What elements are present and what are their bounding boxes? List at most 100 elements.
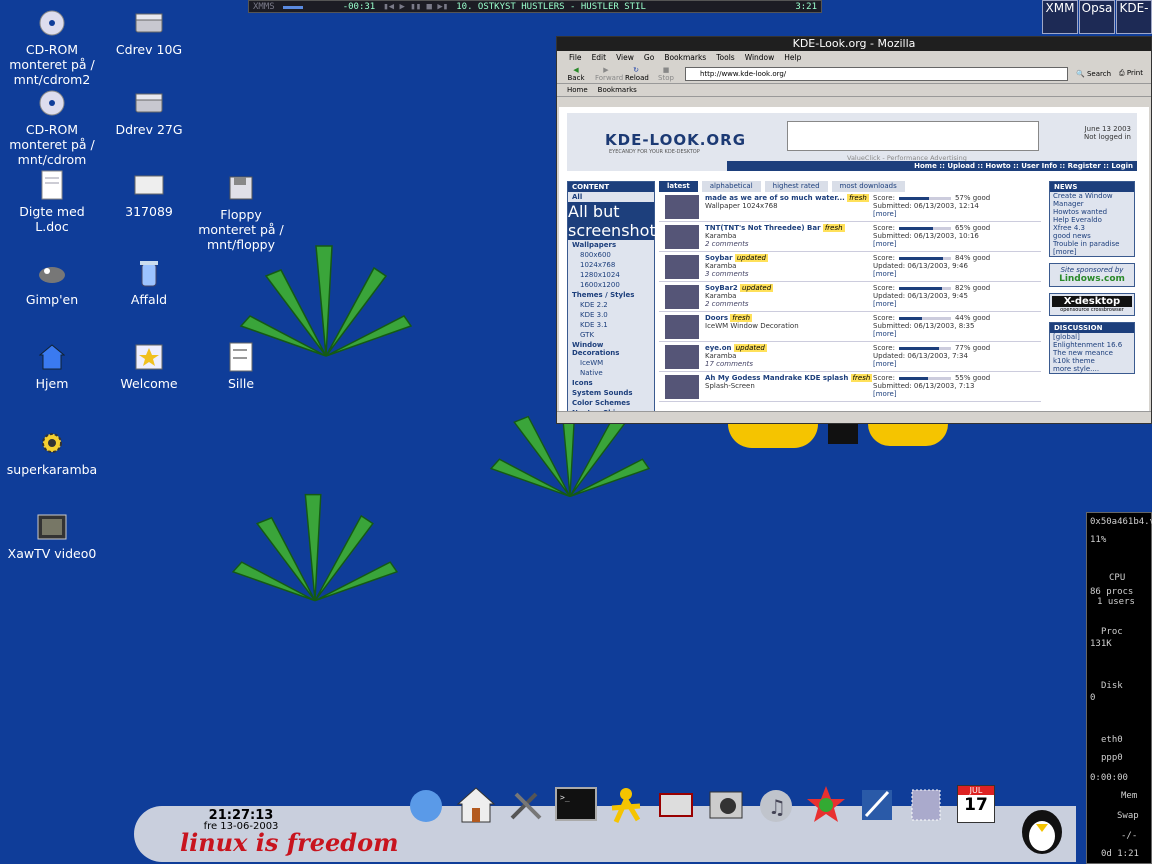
sidebar-item[interactable]: Wallpapers [568, 240, 654, 250]
desktop-icon-document[interactable]: Digte med L.doc [4, 170, 100, 234]
entry-comments[interactable]: 17 comments [705, 360, 753, 368]
desktop-icon-cdrev[interactable]: Cdrev 10G [101, 8, 197, 57]
news-item[interactable]: Help Everaldo [1050, 216, 1134, 224]
sidebar-item[interactable]: Themes / Styles [568, 290, 654, 300]
entry-title[interactable]: eye.on [705, 344, 732, 352]
more-link[interactable]: [more] [873, 360, 897, 368]
mail-compose-icon[interactable] [654, 780, 698, 828]
tab-alphabetical[interactable]: alphabetical [701, 181, 761, 192]
sponsor-name[interactable]: Lindows.com [1052, 274, 1132, 284]
sidebar-item[interactable]: 1280x1024 [568, 270, 654, 280]
entry-thumbnail[interactable] [665, 195, 699, 219]
window-title[interactable]: KDE-Look.org - Mozilla [557, 37, 1151, 51]
desktop-icon-cdrom2[interactable]: CD-ROM monteret på / mnt/cdrom2 [4, 8, 100, 87]
discussion-item[interactable]: k10k theme [1050, 357, 1134, 365]
sidebar-item[interactable]: 1024x768 [568, 260, 654, 270]
ad-banner[interactable] [787, 121, 1039, 151]
desktop-icon-317089[interactable]: 317089 [101, 170, 197, 219]
entry-comments[interactable]: 3 comments [705, 270, 749, 278]
sidebar-item[interactable]: All [568, 192, 654, 202]
sidebar-item[interactable]: 1600x1200 [568, 280, 654, 290]
menu-file[interactable]: File [569, 53, 582, 62]
tray-xmms[interactable]: XMM [1042, 0, 1078, 34]
desktop-icon-sille[interactable]: Sille [193, 342, 289, 391]
tab-latest[interactable]: latest [659, 181, 698, 192]
desktop-icon-home[interactable]: Hjem [4, 342, 100, 391]
sidebar-item[interactable]: Color Schemes [568, 398, 654, 408]
search-button[interactable]: 🔍 Search [1076, 70, 1111, 78]
apple-menu-icon[interactable] [404, 780, 448, 828]
entry-thumbnail[interactable] [665, 375, 699, 399]
xdesktop-name[interactable]: X-desktop [1052, 296, 1132, 307]
discussion-item[interactable]: The new meance [1050, 349, 1134, 357]
back-button[interactable]: ◀ Back [565, 66, 587, 82]
news-item[interactable]: Trouble in paradise [1050, 240, 1134, 248]
reload-button[interactable]: ↻ Reload [625, 66, 649, 82]
sponsor-box[interactable]: Site sponsored by Lindows.com [1049, 263, 1135, 287]
desktop-icon-superkaramba[interactable]: superkaramba [4, 428, 100, 477]
entry-thumbnail[interactable] [665, 255, 699, 279]
xmms-controls[interactable]: ▮◀ ▶ ▮▮ ■ ▶▮ [379, 2, 452, 12]
mail-stamp-icon[interactable] [904, 780, 948, 828]
news-item[interactable]: Create a Window Manager [1050, 192, 1134, 208]
bookmarks-link[interactable]: Bookmarks [598, 86, 637, 94]
entry-comments[interactable]: 2 comments [705, 300, 749, 308]
news-item[interactable]: [more] [1050, 248, 1134, 256]
tray-kde[interactable]: KDE- [1116, 0, 1152, 34]
entry-title[interactable]: Soybar [705, 254, 733, 262]
news-item[interactable]: good news [1050, 232, 1134, 240]
more-link[interactable]: [more] [873, 390, 897, 398]
discussion-item[interactable]: Enlightenment 16.6 [1050, 341, 1134, 349]
entry-title[interactable]: SoyBar2 [705, 284, 738, 292]
sidebar-item[interactable]: 800x600 [568, 250, 654, 260]
sidebar-item[interactable]: Window Decorations [568, 340, 654, 358]
music-notes-icon[interactable]: ♫ [754, 780, 798, 828]
entry-comments[interactable]: 2 comments [705, 240, 749, 248]
news-item[interactable]: Howtos wanted [1050, 208, 1134, 216]
tray-opsa[interactable]: Opsa [1079, 0, 1115, 34]
tab-most-downloads[interactable]: most downloads [831, 181, 905, 192]
sidebar-item[interactable]: IceWM [568, 358, 654, 368]
site-logo[interactable]: KDE-LOOK.ORG [605, 131, 746, 149]
sidebar-item[interactable]: All but screenshots [568, 202, 664, 240]
desktop-icon-trash[interactable]: Affald [101, 258, 197, 307]
more-link[interactable]: [more] [873, 330, 897, 338]
sidebar-item[interactable]: KDE 3.0 [568, 310, 654, 320]
entry-title[interactable]: Ah My Godess Mandrake KDE splash [705, 374, 848, 382]
more-link[interactable]: [more] [873, 300, 897, 308]
entry-thumbnail[interactable] [665, 225, 699, 249]
entry-title[interactable]: Doors [705, 314, 728, 322]
stop-button[interactable]: ■ Stop [655, 66, 677, 82]
tools-icon[interactable] [504, 780, 548, 828]
entry-title[interactable]: TNT(TNT's Not Threedee) Bar [705, 224, 821, 232]
menu-help[interactable]: Help [784, 53, 801, 62]
more-link[interactable]: [more] [873, 270, 897, 278]
camera-icon[interactable] [704, 780, 748, 828]
entry-thumbnail[interactable] [665, 285, 699, 309]
sidebar-item[interactable]: KDE 3.1 [568, 320, 654, 330]
aim-icon[interactable] [604, 780, 648, 828]
forward-button[interactable]: ▶ Forward [595, 66, 623, 82]
xmms-player[interactable]: XMMS -00:31 ▮◀ ▶ ▮▮ ■ ▶▮ 10. OSTKYST HUS… [248, 0, 822, 13]
desktop-icon-welcome[interactable]: Welcome [101, 342, 197, 391]
desktop-icon-xawtv[interactable]: XawTV video0 [4, 512, 100, 561]
calendar-icon[interactable]: JUL 17 [954, 780, 998, 828]
sidebar-item[interactable]: Native [568, 368, 654, 378]
sidebar-item[interactable]: GTK [568, 330, 654, 340]
star-icon[interactable] [804, 780, 848, 828]
menu-window[interactable]: Window [745, 53, 775, 62]
desktop-icon-ddrev[interactable]: Ddrev 27G [101, 88, 197, 137]
pen-document-icon[interactable] [854, 780, 898, 828]
discussion-item[interactable]: [global] [1050, 333, 1134, 341]
sidebar-item[interactable]: Icons [568, 378, 654, 388]
xdesktop-box[interactable]: X-desktop opensource crossbrowser [1049, 293, 1135, 316]
print-button[interactable]: ⎙ Print [1119, 69, 1143, 78]
home-link[interactable]: Home [567, 86, 588, 94]
terminal-icon[interactable]: >_ [554, 780, 598, 828]
menu-bookmarks[interactable]: Bookmarks [664, 53, 706, 62]
xmms-buttons[interactable]: XMMS [249, 2, 279, 12]
desktop-icon-floppy[interactable]: Floppy monteret på / mnt/floppy [193, 173, 289, 252]
more-link[interactable]: [more] [873, 210, 897, 218]
sidebar-item[interactable]: System Sounds [568, 388, 654, 398]
site-top-links[interactable]: Home :: Upload :: Howto :: User Info :: … [727, 161, 1137, 171]
